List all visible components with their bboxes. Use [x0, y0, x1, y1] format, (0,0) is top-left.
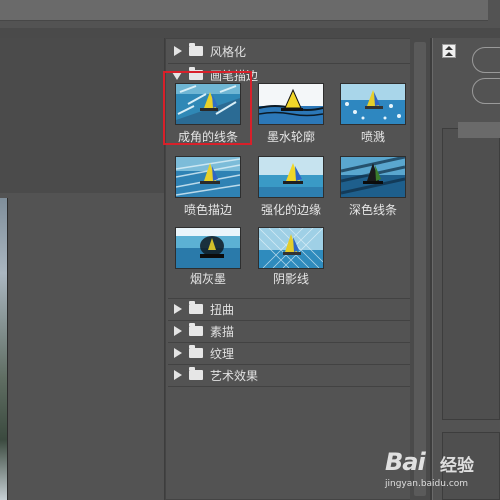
category-label: 艺术效果	[210, 368, 259, 383]
category-sketch[interactable]: 素描	[172, 320, 412, 342]
expand-triangle-icon[interactable]	[174, 304, 182, 314]
category-label: 素描	[210, 324, 235, 339]
folder-icon	[189, 301, 203, 314]
title-field	[0, 0, 488, 21]
title-shade	[0, 28, 500, 38]
watermark-logo-cn: 经验	[440, 456, 474, 476]
filter-label[interactable]: 喷色描边	[166, 201, 250, 218]
category-texture[interactable]: 纹理	[172, 342, 412, 364]
expand-triangle-icon[interactable]	[174, 370, 182, 380]
category-label: 纹理	[210, 346, 235, 361]
filter-thumb-crosshatch[interactable]	[258, 227, 324, 269]
filter-label[interactable]: 喷溅	[331, 128, 415, 145]
cancel-button[interactable]	[472, 78, 500, 104]
expand-triangle-icon[interactable]	[174, 326, 182, 336]
filter-label[interactable]: 烟灰墨	[166, 270, 250, 287]
selected-filter-highlight	[163, 71, 252, 145]
filter-thumb-accented-edges[interactable]	[258, 156, 324, 198]
title-bar	[0, 0, 500, 28]
category-distort[interactable]: 扭曲	[172, 298, 412, 320]
filter-thumb-ink-outlines[interactable]	[258, 83, 324, 125]
folder-icon	[189, 367, 203, 380]
folder-icon	[189, 43, 203, 56]
filter-label[interactable]: 深色线条	[331, 201, 415, 218]
filter-thumb-spatter[interactable]	[340, 83, 406, 125]
filter-select[interactable]	[458, 122, 500, 138]
preview-image	[0, 198, 8, 500]
ok-button[interactable]	[472, 47, 500, 73]
filter-label[interactable]: 墨水轮廓	[249, 128, 333, 145]
filter-options-box	[442, 128, 500, 420]
divider	[168, 386, 412, 387]
gallery-scrollbar[interactable]	[410, 38, 430, 500]
category-label: 风格化	[210, 44, 247, 59]
category-label: 扭曲	[210, 302, 235, 317]
expand-triangle-icon[interactable]	[174, 46, 182, 56]
expand-triangle-icon[interactable]	[174, 348, 182, 358]
preview-area[interactable]	[0, 38, 164, 500]
filter-thumb-dark-strokes[interactable]	[340, 156, 406, 198]
preview-top-area	[0, 38, 164, 193]
watermark-logo: Bai	[385, 448, 426, 476]
watermark-url: jingyan.baidu.com	[385, 479, 469, 489]
scrollbar-thumb[interactable]	[414, 42, 426, 496]
category-artistic[interactable]: 艺术效果	[172, 364, 412, 386]
folder-icon	[189, 345, 203, 358]
folder-icon	[189, 323, 203, 336]
baidu-watermark: Bai 经验 jingyan.baidu.com	[385, 448, 497, 498]
category-stylize[interactable]: 风格化	[172, 40, 412, 62]
filter-thumb-sprayed-strokes[interactable]	[175, 156, 241, 198]
filter-thumb-sumi-e[interactable]	[175, 227, 241, 269]
collapse-gallery-button[interactable]	[442, 44, 456, 58]
filter-label[interactable]: 阴影线	[249, 270, 333, 287]
filter-label[interactable]: 强化的边缘	[249, 201, 333, 218]
